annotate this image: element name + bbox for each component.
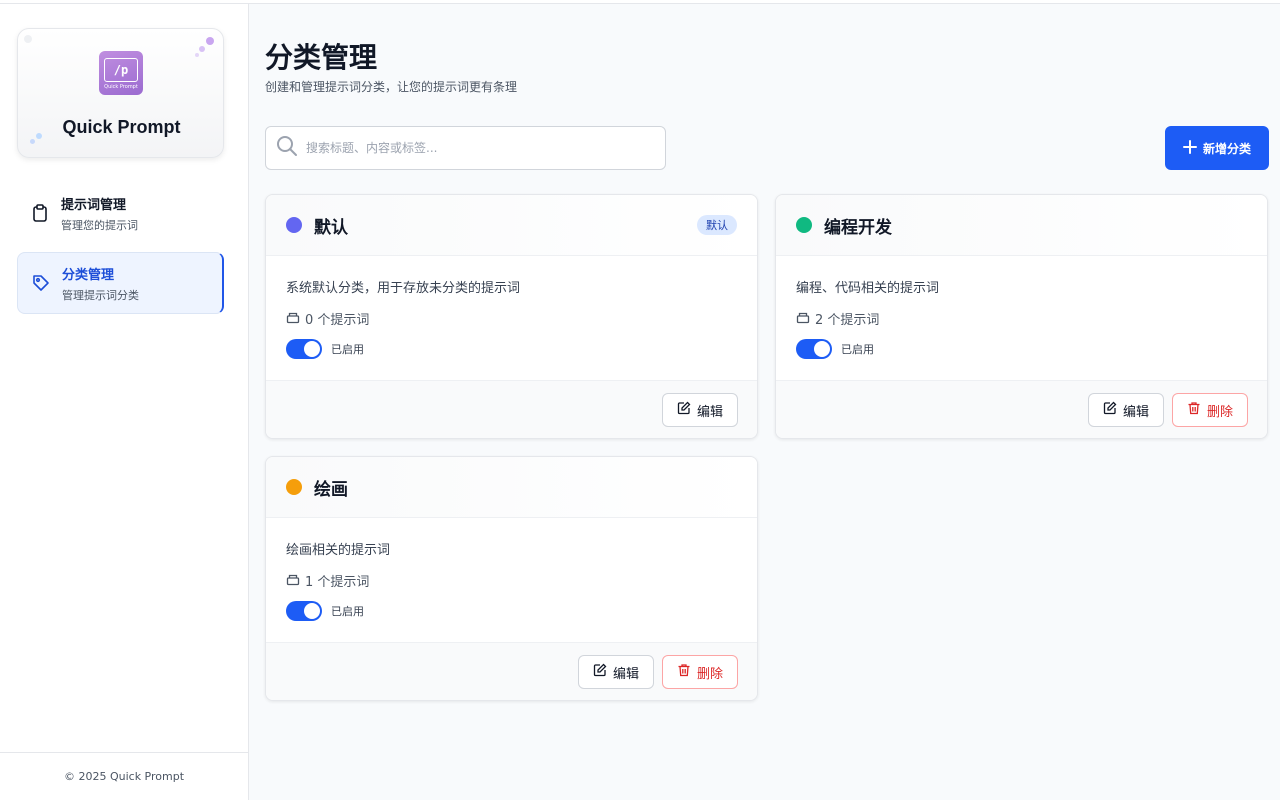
category-count: 2 个提示词: [796, 309, 879, 328]
logo-text: /p: [104, 58, 138, 82]
edit-icon: [1103, 401, 1117, 419]
app-name: Quick Prompt: [62, 117, 181, 137]
category-count: 0 个提示词: [286, 309, 369, 328]
category-count-text: 0 个提示词: [305, 313, 370, 328]
sidebar-footer: © 2025 Quick Prompt: [0, 752, 248, 800]
edit-label: 编辑: [612, 666, 639, 682]
category-description: 系统默认分类，用于存放未分类的提示词: [286, 281, 521, 296]
sidebar-item-subtitle: 管理您的提示词: [61, 218, 138, 232]
delete-label: 删除: [1206, 404, 1233, 420]
page-title: 分类管理: [265, 41, 378, 74]
category-name: 默认: [314, 217, 348, 238]
edit-label: 编辑: [696, 404, 723, 420]
sidebar-item-title: 提示词管理: [61, 197, 127, 213]
add-category-label: 新增分类: [1202, 141, 1251, 156]
sidebar-item-subtitle: 管理提示词分类: [62, 288, 139, 302]
decor-dot: [195, 53, 199, 57]
enable-row: 已启用: [796, 339, 874, 359]
edit-button[interactable]: 编辑: [1088, 393, 1164, 427]
decor-dot: [30, 139, 35, 144]
edit-button[interactable]: 编辑: [662, 393, 738, 427]
stack-icon: [286, 310, 300, 328]
enable-row: 已启用: [286, 339, 364, 359]
card-header: 默认 默认: [266, 195, 757, 256]
category-count-text: 2 个提示词: [815, 313, 880, 328]
card-footer: 编辑: [266, 380, 757, 438]
add-category-button[interactable]: 新增分类: [1165, 126, 1269, 170]
decor-dot: [206, 37, 214, 45]
enable-label: 已启用: [841, 343, 874, 356]
sidebar-item-title: 分类管理: [62, 267, 115, 283]
category-color-dot: [286, 479, 302, 495]
category-color-dot: [796, 217, 812, 233]
search-box[interactable]: [265, 126, 666, 170]
stack-icon: [796, 310, 810, 328]
decor-dot: [24, 35, 32, 43]
logo-subtext: Quick Prompt: [104, 84, 138, 90]
sidebar-item-categories[interactable]: 分类管理 管理提示词分类: [17, 252, 224, 314]
category-description: 编程、代码相关的提示词: [796, 281, 940, 296]
enable-label: 已启用: [331, 343, 364, 356]
category-card-coding: 编程开发 编程、代码相关的提示词 2 个提示词 已启用 编辑 删除: [775, 194, 1268, 439]
category-card-default: 默认 默认 系统默认分类，用于存放未分类的提示词 0 个提示词 已启用 编辑: [265, 194, 758, 439]
delete-label: 删除: [696, 666, 723, 682]
tag-icon: [32, 274, 50, 292]
delete-button[interactable]: 删除: [662, 655, 738, 689]
enable-toggle[interactable]: [286, 339, 322, 359]
search-input[interactable]: [306, 141, 646, 155]
category-card-drawing: 绘画 绘画相关的提示词 1 个提示词 已启用 编辑 删除: [265, 456, 758, 701]
edit-button[interactable]: 编辑: [578, 655, 654, 689]
category-name: 绘画: [314, 479, 348, 500]
enable-toggle[interactable]: [286, 601, 322, 621]
edit-label: 编辑: [1122, 404, 1149, 420]
trash-icon: [1187, 401, 1201, 419]
brand-card: /p Quick Prompt Quick Prompt: [17, 28, 224, 158]
category-color-dot: [286, 217, 302, 233]
card-header: 编程开发: [776, 195, 1267, 256]
decor-dot: [199, 46, 205, 52]
category-description: 绘画相关的提示词: [286, 543, 391, 558]
clipboard-icon: [31, 204, 49, 222]
enable-label: 已启用: [331, 605, 364, 618]
delete-button[interactable]: 删除: [1172, 393, 1248, 427]
search-icon: [276, 135, 298, 161]
default-badge: 默认: [697, 215, 737, 235]
page-subtitle: 创建和管理提示词分类，让您的提示词更有条理: [265, 80, 518, 94]
trash-icon: [677, 663, 691, 681]
edit-icon: [677, 401, 691, 419]
app-logo: /p Quick Prompt: [99, 51, 143, 95]
enable-toggle[interactable]: [796, 339, 832, 359]
card-header: 绘画: [266, 457, 757, 518]
sidebar: /p Quick Prompt Quick Prompt 提示词管理 管理您的提…: [0, 4, 249, 800]
plus-icon: [1182, 139, 1197, 157]
card-footer: 编辑 删除: [266, 642, 757, 700]
enable-row: 已启用: [286, 601, 364, 621]
sidebar-item-prompts[interactable]: 提示词管理 管理您的提示词: [17, 182, 224, 244]
category-count-text: 1 个提示词: [305, 575, 370, 590]
card-footer: 编辑 删除: [776, 380, 1267, 438]
category-name: 编程开发: [824, 217, 892, 238]
edit-icon: [593, 663, 607, 681]
category-count: 1 个提示词: [286, 571, 369, 590]
stack-icon: [286, 572, 300, 590]
